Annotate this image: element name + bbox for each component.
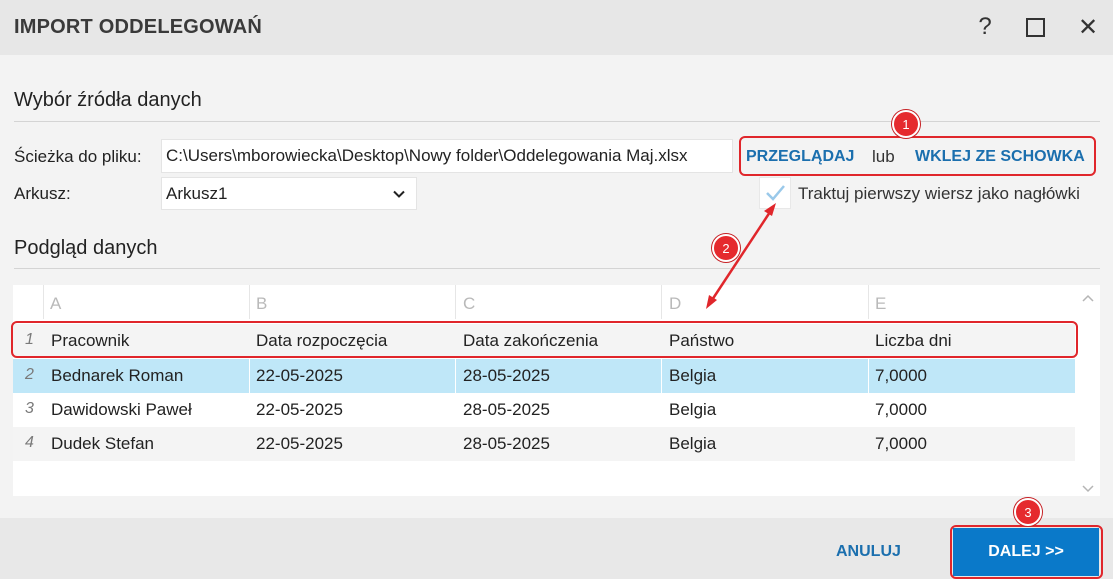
chevron-down-icon: [393, 190, 405, 198]
help-icon: ?: [978, 13, 992, 40]
preview-section-title: Podgląd danych: [14, 237, 158, 259]
column-separator: [43, 285, 44, 319]
vertical-scrollbar[interactable]: [1075, 285, 1100, 496]
column-letters-header: A B C D E: [13, 285, 1075, 321]
column-letter-c: C: [463, 294, 476, 313]
maximize-button[interactable]: [1018, 10, 1052, 44]
source-divider: [14, 121, 1100, 122]
cell-separator: [455, 359, 456, 393]
scroll-up-icon[interactable]: [1082, 293, 1094, 305]
cell-separator: [249, 359, 250, 393]
close-button[interactable]: ✕: [1071, 10, 1105, 44]
table-cell: 28-05-2025: [463, 366, 550, 385]
header-checkbox[interactable]: [759, 177, 791, 209]
annotation-highlight-next-button: [950, 525, 1103, 579]
source-section-title: Wybór źródła danych: [14, 89, 202, 111]
table-row[interactable]: 3 Dawidowski Paweł 22-05-2025 28-05-2025…: [13, 393, 1075, 427]
path-label: Ścieżka do pliku:: [14, 147, 142, 166]
preview-divider: [14, 268, 1100, 269]
column-letter-d: D: [669, 294, 682, 313]
table-cell: Dawidowski Paweł: [51, 400, 192, 419]
header-checkbox-label: Traktuj pierwszy wiersz jako nagłówki: [798, 184, 1080, 203]
sheet-value: Arkusz1: [166, 183, 228, 203]
help-button[interactable]: ?: [968, 10, 1002, 44]
cell-separator: [868, 359, 869, 393]
scroll-down-icon[interactable]: [1082, 482, 1094, 494]
table-cell: 7,0000: [875, 366, 927, 385]
row-number: 4: [25, 434, 34, 451]
table-cell: 7,0000: [875, 434, 927, 453]
annotation-highlight-source-buttons: [739, 136, 1096, 176]
cancel-button[interactable]: ANULUJ: [836, 543, 901, 561]
footer-bar: [0, 518, 1113, 579]
table-cell: 22-05-2025: [256, 434, 343, 453]
sheet-select[interactable]: Arkusz1: [161, 177, 417, 210]
column-separator: [455, 285, 456, 319]
annotation-highlight-header-row: [11, 321, 1078, 358]
table-cell: 22-05-2025: [256, 400, 343, 419]
row-number: 3: [25, 400, 34, 417]
column-separator: [249, 285, 250, 319]
path-value: C:\Users\mborowiecka\Desktop\Nowy folder…: [166, 146, 688, 165]
window-title: IMPORT ODDELEGOWAŃ: [14, 16, 263, 38]
maximize-icon: [1025, 17, 1045, 37]
annotation-marker-3: 3: [1014, 498, 1042, 526]
cell-separator: [661, 359, 662, 393]
table-cell: 28-05-2025: [463, 434, 550, 453]
table-cell: Belgia: [669, 366, 717, 385]
table-cell: 28-05-2025: [463, 400, 550, 419]
table-cell: Dudek Stefan: [51, 434, 155, 453]
annotation-marker-1: 1: [892, 110, 920, 138]
column-letter-a: A: [50, 294, 62, 313]
path-input[interactable]: C:\Users\mborowiecka\Desktop\Nowy folder…: [161, 139, 733, 173]
sheet-label: Arkusz:: [14, 184, 71, 203]
table-cell: Belgia: [669, 400, 717, 419]
table-cell: 22-05-2025: [256, 366, 343, 385]
preview-grid: A B C D E 1 Pracownik Data rozpoczęcia D…: [13, 285, 1100, 496]
annotation-marker-2: 2: [712, 234, 740, 262]
column-separator: [661, 285, 662, 319]
close-icon: ✕: [1077, 13, 1099, 41]
table-cell: 7,0000: [875, 400, 927, 419]
table-cell: Bednarek Roman: [51, 366, 184, 385]
table-cell: Belgia: [669, 434, 717, 453]
checkmark-icon: [766, 185, 785, 201]
column-letter-e: E: [875, 294, 887, 313]
column-letter-b: B: [256, 294, 268, 313]
column-separator: [868, 285, 869, 319]
title-bar: IMPORT ODDELEGOWAŃ ? ✕: [0, 0, 1113, 55]
table-row[interactable]: 4 Dudek Stefan 22-05-2025 28-05-2025 Bel…: [13, 427, 1075, 461]
row-number: 2: [25, 366, 34, 383]
table-row-selected[interactable]: 2 Bednarek Roman 22-05-2025 28-05-2025 B…: [13, 359, 1075, 393]
